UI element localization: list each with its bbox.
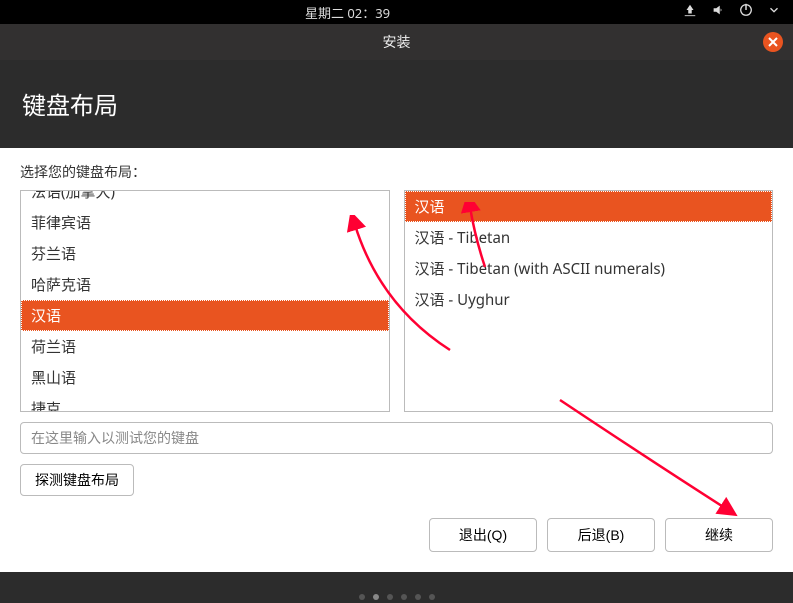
chevron-down-icon[interactable] bbox=[767, 3, 781, 21]
volume-icon[interactable] bbox=[711, 3, 725, 21]
list-item[interactable]: 芬兰语 bbox=[21, 238, 389, 269]
prompt-label: 选择您的键盘布局： bbox=[20, 162, 773, 182]
window-title: 安装 bbox=[383, 32, 411, 52]
close-icon bbox=[768, 37, 778, 47]
language-list[interactable]: 法语(加拿大)菲律宾语芬兰语哈萨克语汉语荷兰语黑山语捷克柯尔克孜语(吉尔吉斯语) bbox=[20, 190, 390, 412]
detect-layout-button[interactable]: 探测键盘布局 bbox=[20, 464, 134, 496]
datetime: 星期二 02：39 bbox=[12, 3, 683, 22]
list-item[interactable]: 菲律宾语 bbox=[21, 207, 389, 238]
page-heading: 键盘布局 bbox=[0, 60, 793, 148]
list-item[interactable]: 汉语 - Uyghur bbox=[405, 284, 773, 315]
list-item[interactable]: 哈萨克语 bbox=[21, 269, 389, 300]
list-item[interactable]: 黑山语 bbox=[21, 362, 389, 393]
list-item[interactable]: 汉语 - Tibetan (with ASCII numerals) bbox=[405, 253, 773, 284]
quit-button[interactable]: 退出(Q) bbox=[429, 518, 537, 552]
power-icon[interactable] bbox=[739, 3, 753, 21]
list-item[interactable]: 荷兰语 bbox=[21, 331, 389, 362]
back-button[interactable]: 后退(B) bbox=[547, 518, 655, 552]
list-item[interactable]: 汉语 bbox=[405, 191, 773, 222]
variant-list[interactable]: 汉语汉语 - Tibetan汉语 - Tibetan (with ASCII n… bbox=[404, 190, 774, 412]
system-topbar: 星期二 02：39 bbox=[0, 0, 793, 24]
window-titlebar: 安装 bbox=[0, 24, 793, 60]
system-indicators[interactable] bbox=[683, 3, 781, 21]
list-item[interactable]: 汉语 bbox=[21, 300, 389, 331]
keyboard-test-input[interactable] bbox=[20, 422, 773, 454]
content-area: 选择您的键盘布局： 法语(加拿大)菲律宾语芬兰语哈萨克语汉语荷兰语黑山语捷克柯尔… bbox=[0, 148, 793, 572]
window-close-button[interactable] bbox=[763, 32, 783, 52]
page-indicator-dots bbox=[359, 594, 435, 600]
network-icon[interactable] bbox=[683, 3, 697, 21]
list-item[interactable]: 捷克 bbox=[21, 393, 389, 412]
continue-button[interactable]: 继续 bbox=[665, 518, 773, 552]
list-item[interactable]: 法语(加拿大) bbox=[21, 190, 389, 207]
list-item[interactable]: 汉语 - Tibetan bbox=[405, 222, 773, 253]
